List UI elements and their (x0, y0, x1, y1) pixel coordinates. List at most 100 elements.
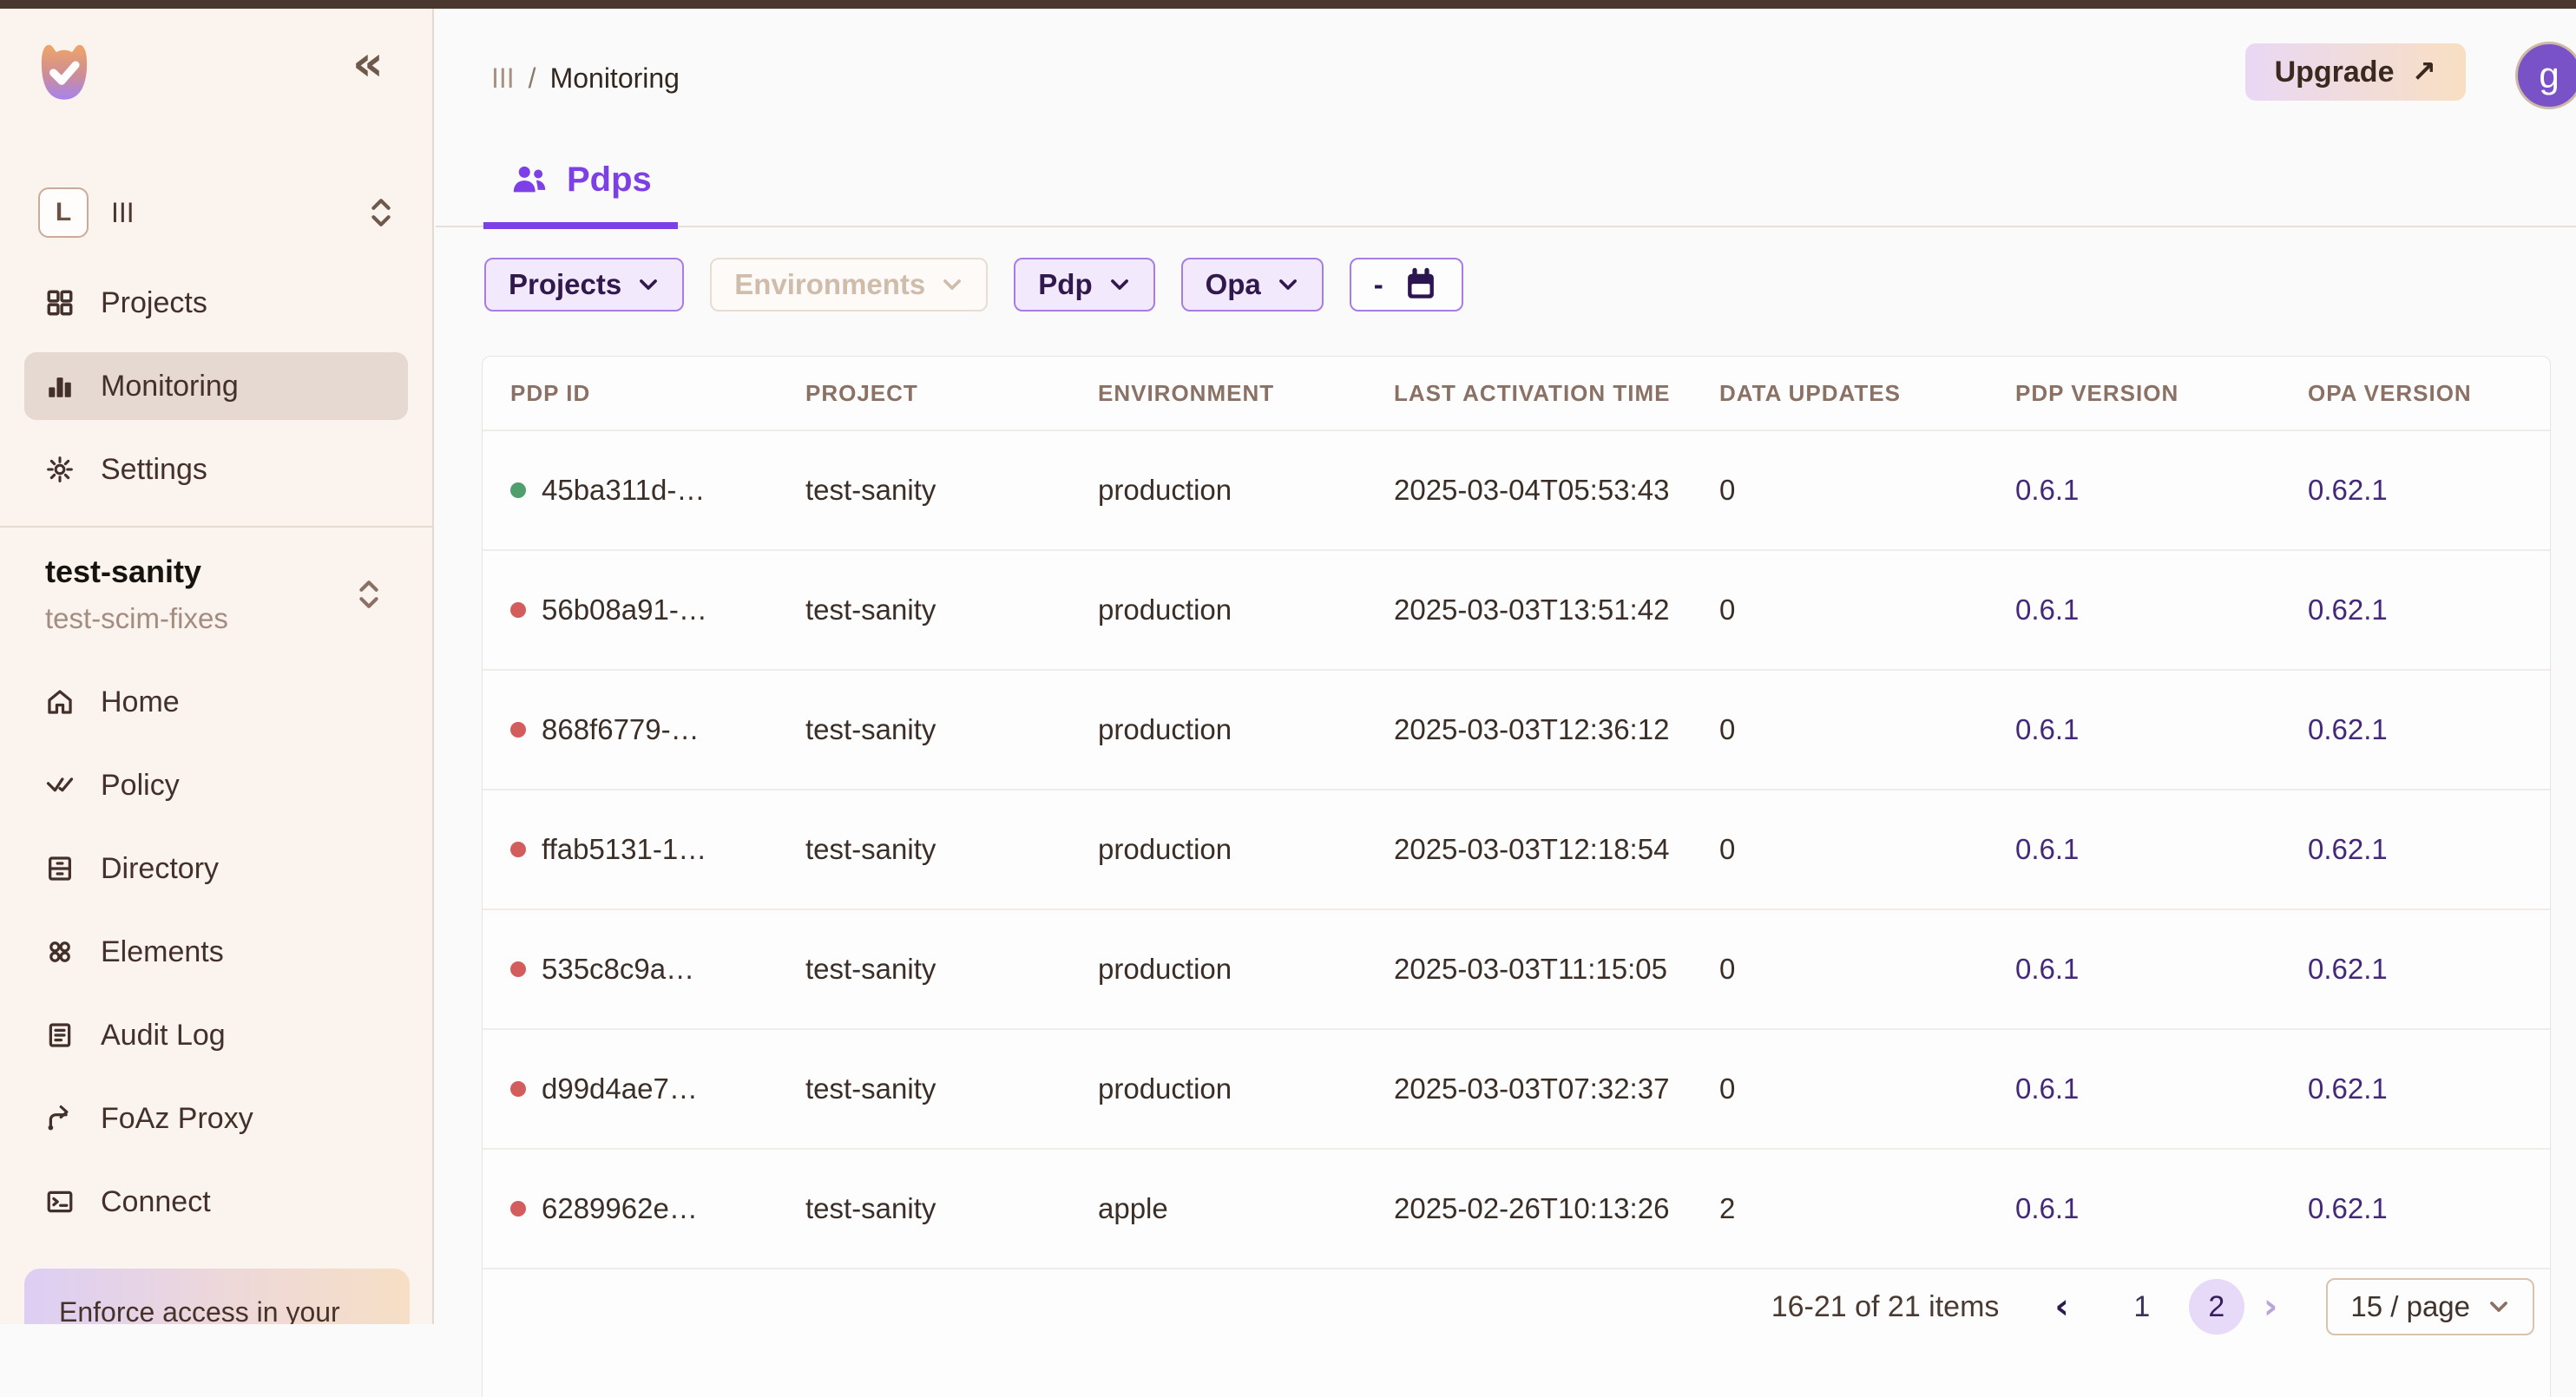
opa-version-cell: 0.62.1 (2280, 953, 2550, 986)
pdp-id-cell: 45ba311d-… (483, 474, 778, 507)
table-row[interactable]: ffab5131-1… test-sanity production 2025-… (483, 789, 2550, 908)
table-row[interactable]: 45ba311d-… test-sanity production 2025-0… (483, 430, 2550, 549)
last-activation-cell: 2025-03-04T05:53:43 (1366, 474, 1692, 507)
date-range-picker[interactable]: - (1350, 258, 1463, 312)
window-top-bar (0, 0, 2576, 9)
table-row[interactable]: 56b08a91-… test-sanity production 2025-0… (483, 549, 2550, 669)
table-row[interactable]: d99d4ae7… test-sanity production 2025-03… (483, 1028, 2550, 1148)
opa-version-cell: 0.62.1 (2280, 1192, 2550, 1225)
pdp-id-cell: 868f6779-… (483, 713, 778, 746)
chevron-down-icon (637, 273, 660, 296)
data-updates-cell: 0 (1692, 713, 1988, 746)
opa-version-cell: 0.62.1 (2280, 474, 2550, 507)
grid-icon (45, 288, 75, 318)
table-body: 45ba311d-… test-sanity production 2025-0… (483, 430, 2550, 1268)
sidebar-item-label: Directory (101, 852, 219, 886)
pdp-version-cell: 0.6.1 (1988, 833, 2280, 866)
pdp-version-cell: 0.6.1 (1988, 594, 2280, 626)
pagination-prev-button[interactable]: ‹ (2054, 1287, 2068, 1327)
projects-filter-dropdown[interactable]: Projects (484, 258, 684, 312)
column-header: PDP ID (483, 380, 778, 407)
main-content: III / Monitoring Upgrade ↗ g Pdps Projec… (436, 9, 2576, 1324)
column-header: ENVIRONMENT (1070, 380, 1366, 407)
page-size-select[interactable]: 15 / page (2326, 1278, 2534, 1335)
opa-version-cell: 0.62.1 (2280, 713, 2550, 746)
pdp-id: d99d4ae7… (542, 1072, 698, 1105)
environment-cell: production (1070, 833, 1366, 866)
last-activation-cell: 2025-03-03T12:36:12 (1366, 713, 1692, 746)
avatar-initial: g (2539, 55, 2559, 96)
sidebar-item-label: Monitoring (101, 370, 239, 403)
status-dot (510, 1201, 526, 1217)
breadcrumb-separator: / (529, 62, 536, 95)
pdp-filter-dropdown[interactable]: Pdp (1014, 258, 1154, 312)
four-dots-icon (45, 937, 75, 967)
pdp-id-cell: 535c8c9a… (483, 953, 778, 986)
column-header: PROJECT (778, 380, 1070, 407)
pdp-id: 6289962e… (542, 1192, 698, 1225)
pdp-id: 535c8c9a… (542, 953, 694, 986)
last-activation-cell: 2025-03-03T12:18:54 (1366, 833, 1692, 866)
project-cell: test-sanity (778, 474, 1070, 507)
terminal-icon (45, 1187, 75, 1217)
status-dot (510, 961, 526, 977)
sidebar-item-foaz-proxy[interactable]: FoAz Proxy (24, 1085, 408, 1152)
environments-filter-dropdown: Environments (710, 258, 988, 312)
pdp-id: 868f6779-… (542, 713, 700, 746)
sidebar-item-audit-log[interactable]: Audit Log (24, 1001, 408, 1069)
filter-label: Projects (509, 268, 621, 301)
last-activation-cell: 2025-03-03T07:32:37 (1366, 1072, 1692, 1105)
chevron-down-icon (941, 273, 963, 296)
user-avatar[interactable]: g (2515, 42, 2576, 109)
last-activation-cell: 2025-03-03T13:51:42 (1366, 594, 1692, 626)
column-header: OPA VERSION (2280, 380, 2550, 407)
sidebar-item-label: Connect (101, 1185, 211, 1219)
table-row[interactable]: 535c8c9a… test-sanity production 2025-03… (483, 908, 2550, 1028)
filter-label: Pdp (1038, 268, 1092, 301)
data-updates-cell: 0 (1692, 953, 1988, 986)
project-cell: test-sanity (778, 1072, 1070, 1105)
breadcrumb-current: Monitoring (550, 62, 680, 95)
sidebar-item-directory[interactable]: Directory (24, 835, 408, 902)
pagination-page-2[interactable]: 2 (2189, 1279, 2244, 1335)
sidebar-item-settings[interactable]: Settings (24, 436, 408, 503)
sidebar-item-monitoring[interactable]: Monitoring (24, 352, 408, 420)
enforce-access-banner[interactable]: Enforce access in your (24, 1269, 410, 1324)
workspace-selector[interactable]: L III (38, 187, 398, 239)
column-header: PDP VERSION (1988, 380, 2280, 407)
sidebar-item-elements[interactable]: Elements (24, 918, 408, 986)
pagination-next-button[interactable]: › (2264, 1287, 2277, 1327)
tab-pdps[interactable]: Pdps (483, 160, 678, 229)
pdp-id-cell: 6289962e… (483, 1192, 778, 1225)
pagination-page-1[interactable]: 1 (2114, 1279, 2170, 1335)
opa-filter-dropdown[interactable]: Opa (1181, 258, 1324, 312)
table-row[interactable]: 868f6779-… test-sanity production 2025-0… (483, 669, 2550, 789)
sidebar-item-label: Audit Log (101, 1019, 226, 1053)
data-updates-cell: 2 (1692, 1192, 1988, 1225)
breadcrumb: III / Monitoring (491, 62, 680, 95)
column-header: DATA UPDATES (1692, 380, 1988, 407)
status-dot (510, 842, 526, 857)
environment-cell: production (1070, 713, 1366, 746)
sidebar-collapse-button[interactable]: « (352, 40, 384, 89)
sidebar-item-label: Projects (101, 286, 207, 320)
project-environment-selector[interactable]: test-sanity test-scim-fixes (45, 554, 398, 635)
pdp-id: 45ba311d-… (542, 474, 705, 507)
upgrade-button[interactable]: Upgrade ↗ (2245, 43, 2466, 101)
pdp-version-cell: 0.6.1 (1988, 713, 2280, 746)
environment-cell: production (1070, 474, 1366, 507)
sidebar-divider (0, 526, 432, 528)
gear-icon (45, 455, 75, 484)
pdp-version-cell: 0.6.1 (1988, 953, 2280, 986)
status-dot (510, 602, 526, 618)
breadcrumb-root[interactable]: III (491, 62, 515, 95)
project-cell: test-sanity (778, 1192, 1070, 1225)
sidebar-item-policy[interactable]: Policy (24, 751, 408, 819)
sidebar-item-home[interactable]: Home (24, 668, 408, 736)
sidebar-item-projects[interactable]: Projects (24, 269, 408, 337)
table-row[interactable]: 6289962e… test-sanity apple 2025-02-26T1… (483, 1148, 2550, 1268)
opa-version-cell: 0.62.1 (2280, 1072, 2550, 1105)
sidebar-item-connect[interactable]: Connect (24, 1168, 408, 1236)
status-dot (510, 1081, 526, 1097)
workspace-badge: L (38, 187, 89, 238)
